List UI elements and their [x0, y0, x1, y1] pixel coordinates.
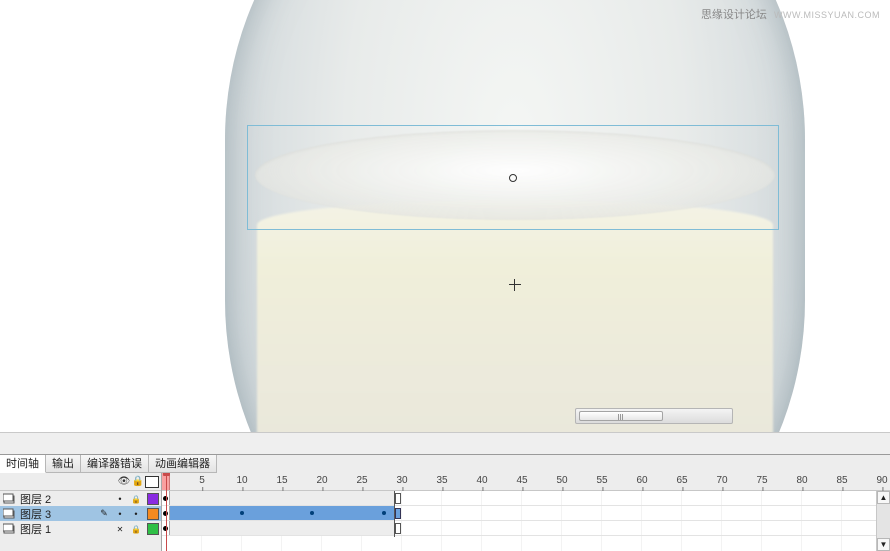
visibility-column-icon[interactable]: 👁 — [117, 476, 131, 487]
ruler-tick[interactable]: 50 — [556, 475, 567, 486]
scrollbar-thumb[interactable] — [579, 411, 663, 421]
ruler-tick[interactable]: 35 — [436, 475, 447, 486]
stage-canvas[interactable]: 思缘设计论坛 WWW.MISSYUAN.COM — [0, 0, 890, 454]
scroll-up-button[interactable]: ▲ — [877, 491, 890, 504]
ruler-tick[interactable]: 5 — [199, 475, 205, 486]
blank-keyframe-icon[interactable] — [395, 493, 401, 504]
layer-icon — [2, 523, 16, 535]
track-row[interactable] — [162, 506, 890, 521]
ruler-tick[interactable]: 65 — [676, 475, 687, 486]
outline-column-icon[interactable] — [145, 476, 159, 488]
tab-compiler-errors[interactable]: 编译器错误 — [81, 455, 149, 473]
transform-origin-crosshair-icon[interactable] — [509, 279, 521, 291]
tab-motion-editor[interactable]: 动画编辑器 — [149, 455, 217, 473]
ruler-tick[interactable]: 80 — [796, 475, 807, 486]
ruler-tick[interactable]: 10 — [236, 475, 247, 486]
track-row[interactable] — [162, 521, 890, 536]
layer-row[interactable]: 图层 1 — [0, 521, 161, 536]
tab-output[interactable]: 输出 — [46, 455, 81, 473]
watermark-url: WWW.MISSYUAN.COM — [774, 10, 880, 20]
blank-keyframe-icon[interactable] — [395, 523, 401, 534]
layer-visibility-toggle[interactable] — [113, 494, 127, 504]
timeline-tab-bar: 时间轴 输出 编译器错误 动画编辑器 — [0, 455, 890, 473]
ruler-tick[interactable]: 75 — [756, 475, 767, 486]
ruler-tick[interactable]: 55 — [596, 475, 607, 486]
layer-row[interactable]: 图层 3 — [0, 506, 161, 521]
frame-span[interactable] — [170, 506, 395, 520]
layer-outline-swatch[interactable] — [147, 493, 159, 505]
timeline-body: 👁 🔒 图层 2 图层 3 — [0, 473, 890, 551]
ruler-tick[interactable]: 60 — [636, 475, 647, 486]
watermark-site: 思缘设计论坛 — [701, 9, 767, 21]
frame-ruler[interactable]: 5 10 15 20 25 30 35 40 45 50 55 60 65 70 75 80 85 90 — [162, 473, 890, 491]
ruler-tick[interactable]: 45 — [516, 475, 527, 486]
canvas-footer-bar — [0, 432, 890, 454]
layer-list: 👁 🔒 图层 2 图层 3 — [0, 473, 162, 551]
end-keyframe-icon[interactable] — [395, 508, 401, 519]
layer-name[interactable]: 图层 3 — [18, 506, 95, 522]
ruler-tick[interactable]: 30 — [396, 475, 407, 486]
liquid-surface-ellipse[interactable] — [255, 130, 775, 220]
layer-lock-toggle[interactable] — [129, 494, 143, 504]
layer-lock-toggle[interactable] — [129, 509, 143, 519]
ruler-tick[interactable]: 40 — [476, 475, 487, 486]
layer-active-indicator — [97, 508, 111, 519]
scrollbar-grip-icon — [618, 414, 624, 420]
layer-lock-toggle[interactable] — [129, 524, 143, 534]
frames-area[interactable]: 5 10 15 20 25 30 35 40 45 50 55 60 65 70 75 80 85 90 — [162, 473, 890, 551]
vertical-scrollbar[interactable]: ▲ ▼ — [876, 491, 890, 551]
playhead[interactable] — [166, 473, 167, 551]
horizontal-scrollbar[interactable] — [575, 408, 733, 424]
layer-visibility-toggle[interactable] — [113, 524, 127, 534]
layer-outline-swatch[interactable] — [147, 508, 159, 520]
scroll-down-button[interactable]: ▼ — [877, 538, 890, 551]
tab-timeline[interactable]: 时间轴 — [0, 455, 46, 473]
layer-row[interactable]: 图层 2 — [0, 491, 161, 506]
ruler-tick[interactable]: 20 — [316, 475, 327, 486]
layer-name[interactable]: 图层 2 — [18, 491, 111, 507]
watermark: 思缘设计论坛 WWW.MISSYUAN.COM — [701, 6, 880, 22]
ruler-tick[interactable]: 15 — [276, 475, 287, 486]
tracks-container — [162, 491, 890, 536]
layer-columns-header: 👁 🔒 — [0, 473, 161, 491]
layer-visibility-toggle[interactable] — [113, 509, 127, 519]
layer-icon — [2, 508, 16, 520]
ruler-tick[interactable]: 85 — [836, 475, 847, 486]
frame-span[interactable] — [170, 521, 395, 535]
frame-span[interactable] — [170, 491, 395, 505]
layer-outline-swatch[interactable] — [147, 523, 159, 535]
track-row[interactable] — [162, 491, 890, 506]
ruler-tick[interactable]: 25 — [356, 475, 367, 486]
artwork-glass — [225, 0, 805, 454]
ruler-tick[interactable]: 90 — [876, 475, 887, 486]
ruler-tick[interactable]: 70 — [716, 475, 727, 486]
layer-icon — [2, 493, 16, 505]
timeline-panel: 时间轴 输出 编译器错误 动画编辑器 👁 🔒 图层 2 — [0, 454, 890, 550]
lock-column-icon[interactable]: 🔒 — [131, 476, 145, 487]
layer-name[interactable]: 图层 1 — [18, 521, 111, 537]
